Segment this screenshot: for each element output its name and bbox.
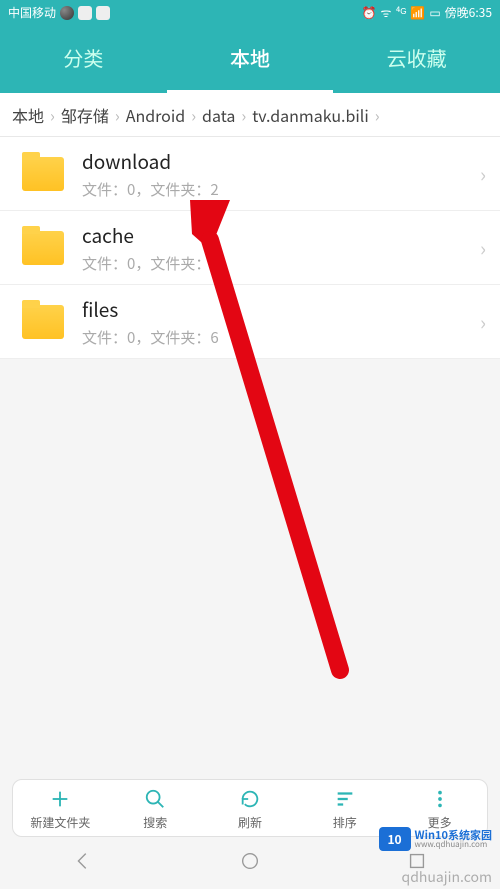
folder-count-label: 文件：0，文件夹：4: [82, 253, 480, 274]
tab-local[interactable]: 本地: [167, 25, 334, 93]
folder-name-label: cache: [82, 222, 480, 249]
crumb[interactable]: 本地: [8, 103, 48, 127]
sort-icon: [332, 786, 358, 812]
refresh-button[interactable]: 刷新: [203, 780, 298, 836]
crumb[interactable]: data: [198, 103, 239, 127]
list-item[interactable]: download 文件：0，文件夹：2 ›: [0, 137, 500, 211]
toolbar-label: 搜索: [143, 814, 167, 831]
nav-home-button[interactable]: [239, 850, 261, 877]
tab-category[interactable]: 分类: [0, 25, 167, 93]
status-icon: [96, 6, 110, 20]
status-icon: [60, 6, 74, 20]
folder-icon: [22, 157, 64, 191]
list-item[interactable]: files 文件：0，文件夹：6 ›: [0, 285, 500, 359]
chevron-right-icon: ›: [480, 307, 486, 336]
watermark-badge: 10: [379, 827, 411, 851]
chevron-right-icon: ›: [480, 159, 486, 188]
chevron-right-icon: ›: [115, 103, 120, 127]
plus-icon: [47, 786, 73, 812]
status-bar: 中国移动 ⏰ ᯤ ⁴ᴳ 📶 ▭ 傍晚6:35: [0, 0, 500, 25]
signal-icon: 📶: [410, 4, 425, 21]
folder-count-label: 文件：0，文件夹：2: [82, 179, 480, 200]
more-icon: [427, 786, 453, 812]
crumb[interactable]: tv.danmaku.bili: [248, 103, 373, 127]
new-folder-button[interactable]: 新建文件夹: [13, 780, 108, 836]
chevron-right-icon: ›: [375, 103, 380, 127]
list-item[interactable]: cache 文件：0，文件夹：4 ›: [0, 211, 500, 285]
toolbar-label: 刷新: [238, 814, 262, 831]
chevron-right-icon: ›: [191, 103, 196, 127]
toolbar-label: 新建文件夹: [30, 814, 90, 831]
chevron-right-icon: ›: [241, 103, 246, 127]
watermark-url: www.qdhuajin.com: [415, 841, 492, 849]
folder-count-label: 文件：0，文件夹：6: [82, 327, 480, 348]
carrier-label: 中国移动: [8, 4, 56, 21]
crumb[interactable]: 邹存储: [57, 103, 113, 127]
search-button[interactable]: 搜索: [108, 780, 203, 836]
watermark-footer: qdhuajin.com: [402, 867, 492, 887]
chevron-right-icon: ›: [480, 233, 486, 262]
watermark: 10 Win10系统家园 www.qdhuajin.com: [379, 827, 492, 851]
top-tabs: 分类 本地 云收藏: [0, 25, 500, 93]
signal-4g-icon: ⁴ᴳ: [395, 4, 406, 21]
breadcrumb: 本地› 邹存储› Android› data› tv.danmaku.bili›: [0, 93, 500, 137]
chevron-right-icon: ›: [50, 103, 55, 127]
tab-cloud[interactable]: 云收藏: [333, 25, 500, 93]
folder-name-label: download: [82, 148, 480, 175]
refresh-icon: [237, 786, 263, 812]
folder-list: download 文件：0，文件夹：2 › cache 文件：0，文件夹：4 ›…: [0, 137, 500, 359]
nav-back-button[interactable]: [72, 850, 94, 877]
status-icon: [78, 6, 92, 20]
battery-icon: ▭: [429, 4, 440, 21]
folder-icon: [22, 305, 64, 339]
search-icon: [142, 786, 168, 812]
folder-icon: [22, 231, 64, 265]
alarm-icon: ⏰: [362, 4, 377, 21]
wifi-icon: ᯤ: [381, 4, 392, 21]
crumb[interactable]: Android: [122, 103, 189, 127]
toolbar-label: 排序: [333, 814, 357, 831]
folder-name-label: files: [82, 296, 480, 323]
clock-label: 傍晚6:35: [445, 4, 492, 21]
